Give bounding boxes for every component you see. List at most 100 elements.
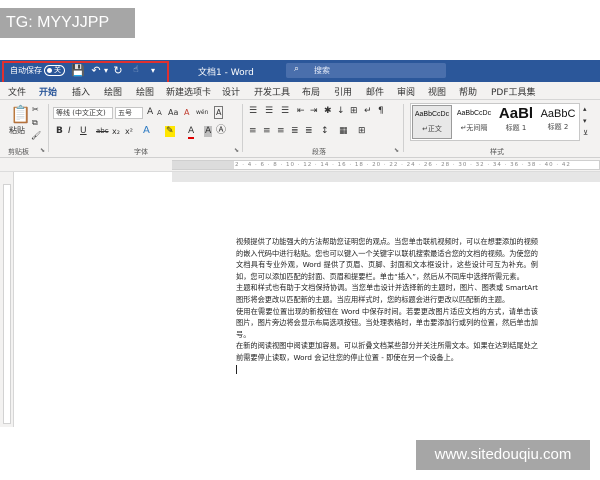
multilevel-list-icon[interactable]: ☰ xyxy=(281,106,289,117)
clipboard-launcher-icon[interactable]: ⬊ xyxy=(40,147,45,154)
vertical-ruler xyxy=(0,172,14,427)
watermark-bottom: www.sitedouqiu.com xyxy=(416,440,590,470)
styles-gallery: AaBbCcDc ↵正文 AaBbCcDc ↵无间隔 AaBl 标题 1 AaB… xyxy=(410,103,580,141)
copy-icon[interactable]: ⧉ xyxy=(32,117,38,128)
group-separator xyxy=(242,104,243,152)
document-paragraph[interactable]: 使用在需要位置出现的新按钮在 Word 中保存时间。若要更改图片适应文档的方式，… xyxy=(236,306,538,341)
tab-file[interactable]: 文件 xyxy=(8,85,26,98)
chinese-layout-icon[interactable]: ✱ xyxy=(324,106,332,117)
search-placeholder: 搜索 xyxy=(314,66,330,75)
font-color-icon[interactable]: A xyxy=(188,126,195,139)
paragraph-group-label: 段落 xyxy=(312,148,326,156)
style-normal[interactable]: AaBbCcDc ↵正文 xyxy=(412,105,452,139)
tab-developer[interactable]: 开发工具 xyxy=(254,85,290,98)
text-effects-icon[interactable]: A xyxy=(143,125,150,136)
style-sample: AaBbCcDc xyxy=(414,111,450,118)
document-paragraph[interactable]: 在新的阅读视图中阅读更加容易。可以折叠文档某些部分并关注所需文本。如果在达到结尾… xyxy=(236,340,538,363)
change-case-icon[interactable]: Aa xyxy=(168,107,178,118)
styles-scroll-down-icon[interactable]: ▾ xyxy=(583,116,587,127)
document-body[interactable]: 视频提供了功能强大的方法帮助您证明您的观点。当您单击联机视频时，可以在想要添加的… xyxy=(236,236,538,374)
superscript-button[interactable]: x² xyxy=(125,126,133,137)
paste-label[interactable]: 粘贴 xyxy=(9,125,25,136)
shading-icon[interactable]: ▦ xyxy=(339,126,348,137)
highlight-icon[interactable]: ✎ xyxy=(165,126,175,137)
align-left-icon[interactable]: ≡ xyxy=(249,126,257,137)
tab-pdf-tools[interactable]: PDF工具集 xyxy=(491,85,536,98)
style-name: 标题 1 xyxy=(505,124,527,132)
shrink-font-icon[interactable]: A xyxy=(157,108,162,119)
tab-insert[interactable]: 插入 xyxy=(72,85,90,98)
font-size-select[interactable]: 五号 xyxy=(115,107,143,119)
align-right-icon[interactable]: ≡ xyxy=(277,126,285,137)
grow-font-icon[interactable]: A xyxy=(147,107,153,118)
workspace-blank xyxy=(14,172,172,427)
enclose-char-icon[interactable]: Ⓐ xyxy=(216,125,226,136)
paragraph-launcher-icon[interactable]: ⬊ xyxy=(394,147,399,154)
paragraph-mark-icon[interactable]: ↵ xyxy=(364,106,372,117)
style-heading-1[interactable]: AaBl 标题 1 xyxy=(496,105,536,139)
font-name-select[interactable]: 等线 (中文正文) xyxy=(53,107,113,119)
tab-help[interactable]: 帮助 xyxy=(459,85,477,98)
justify-icon[interactable]: ≣ xyxy=(291,126,299,137)
char-shading-icon[interactable]: A xyxy=(204,126,213,137)
document-page[interactable]: 视频提供了功能强大的方法帮助您证明您的观点。当您单击联机视频时，可以在想要添加的… xyxy=(172,182,600,427)
document-workspace: 视频提供了功能强大的方法帮助您证明您的观点。当您单击联机视频时，可以在想要添加的… xyxy=(0,172,600,427)
underline-button[interactable]: U xyxy=(80,126,87,137)
style-name: ↵无间隔 xyxy=(460,124,488,132)
line-spacing-icon[interactable]: ↕ xyxy=(321,126,329,137)
text-cursor xyxy=(236,364,237,374)
vertical-ruler-strip[interactable] xyxy=(3,184,11,424)
ribbon: 📋 粘贴 ✂ ⧉ 🖌 剪贴板 ⬊ 等线 (中文正文) 五号 A A Aa A w… xyxy=(0,100,600,158)
format-painter-icon[interactable]: 🖌 xyxy=(31,130,41,141)
strikethrough-button[interactable]: abc xyxy=(96,126,109,137)
style-name: ↵正文 xyxy=(422,125,442,133)
cut-icon[interactable]: ✂ xyxy=(32,104,39,115)
tab-layout[interactable]: 布局 xyxy=(302,85,320,98)
italic-button[interactable]: I xyxy=(68,126,71,137)
style-sample: AaBbCcDc xyxy=(456,110,492,117)
subscript-button[interactable]: x₂ xyxy=(112,126,120,137)
tab-references[interactable]: 引用 xyxy=(334,85,352,98)
tab-draw-1[interactable]: 绘图 xyxy=(104,85,122,98)
style-no-spacing[interactable]: AaBbCcDc ↵无间隔 xyxy=(454,105,494,139)
tab-new[interactable]: 新建选项卡 xyxy=(166,85,211,98)
styles-more-icon[interactable]: ⊻ xyxy=(583,128,588,139)
numbering-icon[interactable]: ☰ xyxy=(265,106,273,117)
decrease-indent-icon[interactable]: ⇤ xyxy=(297,106,305,117)
tab-mailings[interactable]: 邮件 xyxy=(366,85,384,98)
table-icon[interactable]: ⊞ xyxy=(350,106,358,117)
tab-review[interactable]: 审阅 xyxy=(397,85,415,98)
tab-view[interactable]: 视图 xyxy=(428,85,446,98)
clipboard-group-label: 剪贴板 xyxy=(8,148,29,156)
document-paragraph[interactable]: 视频提供了功能强大的方法帮助您证明您的观点。当您单击联机视频时，可以在想要添加的… xyxy=(236,236,538,282)
char-border-icon[interactable]: A xyxy=(214,106,224,119)
search-icon: ⌕ xyxy=(294,64,300,74)
align-center-icon[interactable]: ≡ xyxy=(263,126,271,137)
style-name: 标题 2 xyxy=(547,123,569,131)
distributed-icon[interactable]: ≣ xyxy=(305,126,313,137)
increase-indent-icon[interactable]: ⇥ xyxy=(310,106,318,117)
tab-home[interactable]: 开始 xyxy=(39,85,58,102)
tab-design[interactable]: 设计 xyxy=(222,85,240,98)
watermark-top: TG: MYYJJPP xyxy=(0,8,135,38)
document-title: 文档1 - Word xyxy=(198,68,254,78)
search-box[interactable]: ⌕ 搜索 xyxy=(286,63,446,78)
font-group-label: 字体 xyxy=(134,148,148,156)
tab-draw-2[interactable]: 绘图 xyxy=(136,85,154,98)
phonetic-guide-icon[interactable]: wén xyxy=(196,107,208,118)
show-marks-icon[interactable]: ¶ xyxy=(378,106,384,117)
group-separator xyxy=(48,104,49,152)
bullets-icon[interactable]: ☰ xyxy=(249,106,257,117)
ribbon-tabs: 文件 开始 插入 绘图 绘图 新建选项卡 设计 开发工具 布局 引用 邮件 审阅… xyxy=(0,82,600,102)
horizontal-ruler[interactable]: 8 · 6 · 4 · 2 · · · 2 · 4 · 6 · 8 · 10 ·… xyxy=(172,160,600,170)
clear-format-icon[interactable]: A xyxy=(184,107,189,118)
borders-icon[interactable]: ⊞ xyxy=(358,126,366,137)
bold-button[interactable]: B xyxy=(56,126,63,137)
sort-icon[interactable]: ↓ xyxy=(337,106,345,117)
font-launcher-icon[interactable]: ⬊ xyxy=(234,147,239,154)
style-heading-2[interactable]: AaBbC 标题 2 xyxy=(538,105,578,139)
group-separator xyxy=(403,104,404,152)
styles-scroll-up-icon[interactable]: ▴ xyxy=(583,104,587,115)
document-paragraph[interactable]: 主题和样式也有助于文档保持协调。当您单击设计并选择新的主题时，图片、图表或 Sm… xyxy=(236,282,538,305)
paste-icon[interactable]: 📋 xyxy=(10,106,31,124)
